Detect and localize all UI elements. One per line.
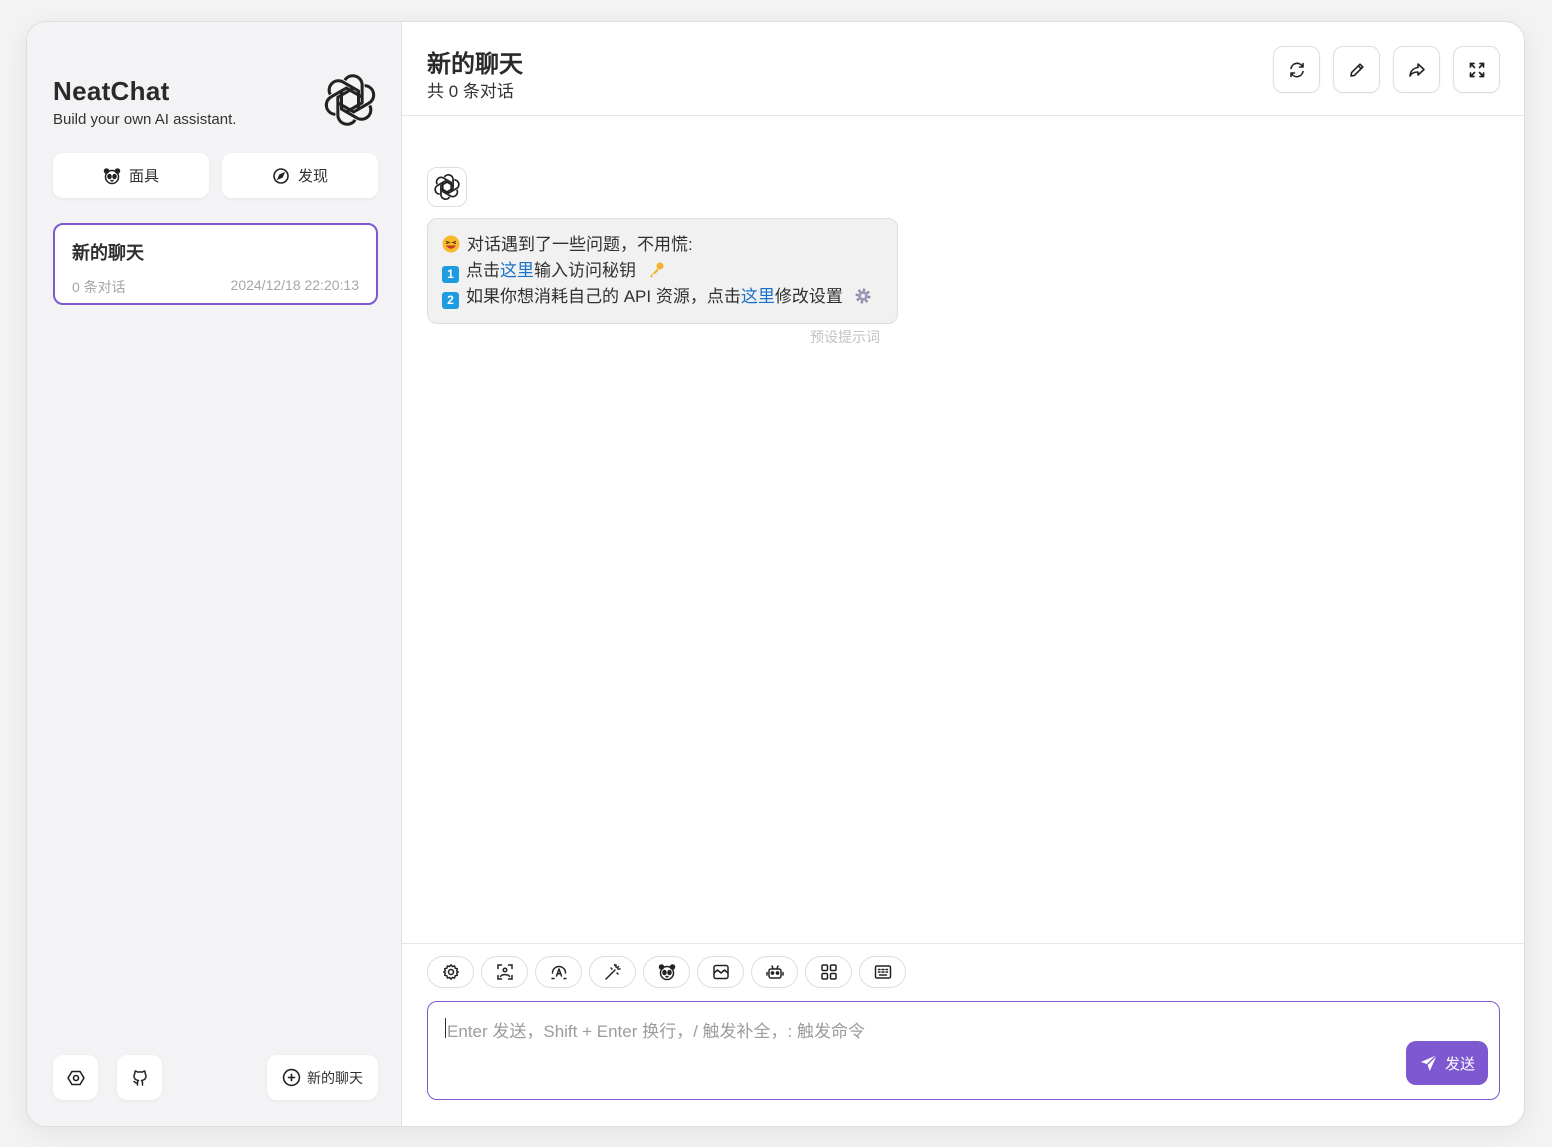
message-line-2-prefix: 点击 [466, 261, 500, 280]
mask-button[interactable]: 面具 [53, 153, 209, 198]
keycap-2-icon: 2 [442, 292, 459, 309]
sidebar-actions: 面具 发现 [53, 153, 378, 198]
message-line-2: 1 点击这里输入访问秘钥 [442, 258, 883, 284]
message-line-1-text: 对话遇到了一些问题，不用慌: [467, 235, 693, 254]
access-key-link[interactable]: 这里 [500, 261, 534, 280]
share-button[interactable] [1393, 46, 1440, 93]
new-chat-button[interactable]: 新的聊天 [267, 1055, 378, 1100]
message-line-2-suffix: 输入访问秘钥 [534, 261, 636, 280]
panda-mask-icon [103, 167, 121, 185]
message-line-3-prefix: 如果你想消耗自己的 API 资源，点击 [466, 287, 741, 306]
sidebar: NeatChat Build your own AI assistant. 面具… [27, 22, 402, 1126]
message-label: 预设提示词 [810, 329, 880, 345]
keyboard-icon [874, 963, 892, 981]
edit-button[interactable] [1333, 46, 1380, 93]
robot-icon [765, 963, 784, 981]
message-bubble: 对话遇到了一些问题，不用慌: 1 点击这里输入访问秘钥 2 如果你想消耗自己的 AP… [427, 218, 898, 324]
auto-theme-icon [550, 963, 568, 981]
model-button[interactable] [751, 956, 798, 988]
masks-button[interactable] [643, 956, 690, 988]
add-circle-icon [282, 1068, 301, 1087]
panda-mask-icon [658, 963, 676, 981]
compass-icon [272, 167, 290, 185]
github-button[interactable] [117, 1055, 162, 1100]
gear-icon [442, 963, 460, 981]
grinning-face-icon [442, 235, 460, 253]
mask-button-label: 面具 [128, 168, 159, 185]
gear-icon [854, 287, 872, 305]
send-button[interactable]: 发送 [1406, 1041, 1488, 1085]
message-line-3-suffix: 修改设置 [774, 287, 843, 306]
openai-logo-icon [322, 72, 378, 128]
plugins-button[interactable] [805, 956, 852, 988]
settings-button[interactable] [53, 1055, 98, 1100]
chat-header: 新的聊天 共 0 条对话 [402, 22, 1524, 116]
chat-main: 新的聊天 共 0 条对话 对话遇到了一些问题，不用慌: 1 点击这里输入访问秘钥… [402, 22, 1524, 1126]
discover-button-label: 发现 [297, 168, 328, 185]
clear-context-button[interactable] [697, 956, 744, 988]
pencil-icon [1347, 60, 1367, 80]
shortcut-key-button[interactable] [859, 956, 906, 988]
chat-item-time: 2024/12/18 22:20:13 [230, 277, 359, 293]
bot-avatar [427, 167, 467, 207]
sidebar-footer: 新的聊天 [53, 1055, 378, 1100]
magic-wand-icon [604, 963, 622, 981]
message-input[interactable]: Enter 发送，Shift + Enter 换行，/ 触发补全，: 触发命令 … [427, 1001, 1500, 1100]
chat-list-item[interactable]: 新的聊天 0 条对话 2024/12/18 22:20:13 [53, 223, 378, 305]
message-line-3: 2 如果你想消耗自己的 API 资源，点击这里修改设置 [442, 284, 883, 310]
brand: NeatChat Build your own AI assistant. [53, 76, 236, 128]
upload-image-button[interactable] [481, 956, 528, 988]
chat-settings-button[interactable] [427, 956, 474, 988]
message-line-1: 对话遇到了一些问题，不用慌: [442, 232, 883, 258]
header-actions [1273, 46, 1500, 93]
send-button-label: 发送 [1444, 1055, 1475, 1073]
fullscreen-icon [1467, 60, 1487, 80]
message-input-placeholder: Enter 发送，Shift + Enter 换行，/ 触发补全，: 触发命令 [447, 1022, 865, 1041]
brand-title: NeatChat [53, 76, 170, 106]
prompt-button[interactable] [589, 956, 636, 988]
break-image-icon [712, 963, 730, 981]
new-chat-label: 新的聊天 [307, 1069, 363, 1086]
keycap-1-icon: 1 [442, 266, 459, 283]
chat-message-count: 共 0 条对话 [427, 82, 514, 101]
app-window: NeatChat Build your own AI assistant. 面具… [26, 21, 1525, 1127]
refresh-button[interactable] [1273, 46, 1320, 93]
text-caret [445, 1018, 446, 1038]
share-arrow-icon [1407, 60, 1427, 80]
settings-link[interactable]: 这里 [741, 287, 775, 306]
fullscreen-button[interactable] [1453, 46, 1500, 93]
chat-title[interactable]: 新的聊天 [427, 44, 523, 79]
grid-icon [820, 963, 838, 981]
send-icon [1419, 1053, 1439, 1073]
chat-item-title: 新的聊天 [72, 243, 144, 263]
input-actions [427, 956, 906, 988]
github-icon [131, 1069, 149, 1087]
image-scan-icon [496, 963, 514, 981]
theme-button[interactable] [535, 956, 582, 988]
chat-item-count: 0 条对话 [72, 279, 126, 295]
key-icon [647, 261, 665, 279]
openai-logo-icon [433, 173, 461, 201]
discover-button[interactable]: 发现 [222, 153, 378, 198]
refresh-icon [1287, 60, 1307, 80]
input-panel: Enter 发送，Shift + Enter 换行，/ 触发补全，: 触发命令 … [402, 943, 1524, 1126]
brand-subtitle: Build your own AI assistant. [53, 111, 237, 128]
settings-hex-icon [66, 1069, 85, 1087]
